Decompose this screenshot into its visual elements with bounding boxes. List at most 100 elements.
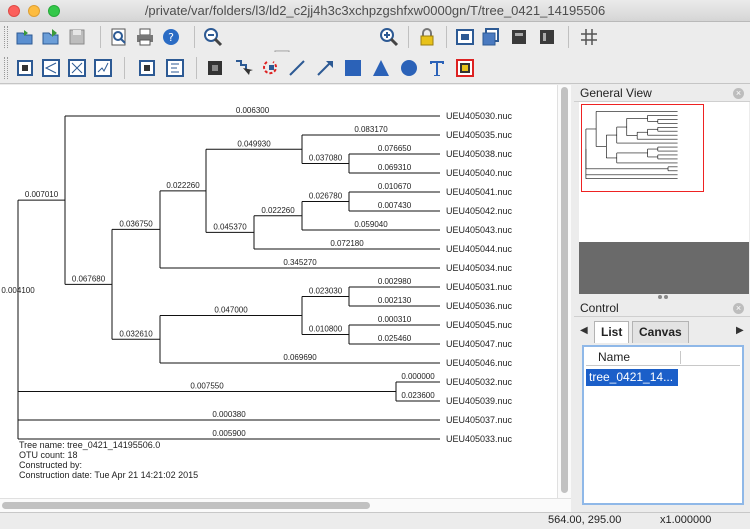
text-tool-button[interactable] [426, 57, 448, 79]
leaf-label[interactable]: UEU405046.nuc [446, 358, 513, 368]
image-tool-button[interactable] [454, 57, 476, 79]
grid-button[interactable] [578, 26, 600, 48]
leaf-label[interactable]: UEU405034.nuc [446, 263, 513, 273]
branch-length-label[interactable]: 0.000000 [401, 372, 435, 381]
leaf-label[interactable]: UEU405032.nuc [446, 377, 513, 387]
help-button[interactable]: ? [160, 26, 182, 48]
toolbar-grip-2[interactable] [4, 57, 8, 79]
leaf-label[interactable]: UEU405036.nuc [446, 301, 513, 311]
branch-length-label[interactable]: 0.072180 [330, 239, 364, 248]
layout-a-button[interactable] [508, 26, 530, 48]
open-button[interactable] [14, 26, 36, 48]
branch-length-label[interactable]: 0.069310 [378, 163, 412, 172]
branch-select-button[interactable] [232, 57, 254, 79]
branch-length-label[interactable]: 0.026780 [309, 192, 343, 201]
branch-length-label[interactable]: 0.023600 [401, 391, 435, 400]
canvas-horizontal-scrollbar[interactable] [0, 498, 571, 512]
branch-length-label[interactable]: 0.000380 [212, 410, 246, 419]
arrow-tool-button[interactable] [314, 57, 336, 79]
unrooted-tree-button[interactable] [92, 57, 114, 79]
zoom-in-button[interactable] [378, 26, 400, 48]
leaf-label[interactable]: UEU405033.nuc [446, 434, 513, 444]
branch-length-label[interactable]: 0.007430 [378, 201, 412, 210]
select-button[interactable] [136, 57, 158, 79]
branch-length-label[interactable]: 0.000310 [378, 315, 412, 324]
control-list[interactable]: Name tree_0421_14... [582, 345, 744, 505]
branch-length-label[interactable]: 0.010800 [309, 325, 343, 334]
leaf-label[interactable]: UEU405043.nuc [446, 225, 513, 235]
radial-tree-button[interactable] [66, 57, 88, 79]
branch-length-label[interactable]: 0.069690 [283, 353, 317, 362]
branch-length-label[interactable]: 0.022260 [261, 206, 295, 215]
branch-length-label[interactable]: 0.047000 [214, 306, 248, 315]
triangle-tool-button[interactable] [370, 57, 392, 79]
leaf-label[interactable]: UEU405030.nuc [446, 111, 513, 121]
branch-length-label[interactable]: 0.037080 [309, 154, 343, 163]
ellipse-tool-button[interactable] [398, 57, 420, 79]
branch-length-label[interactable]: 0.059040 [354, 220, 388, 229]
name-column-header[interactable]: Name [598, 350, 630, 364]
open-as-button[interactable] [40, 26, 62, 48]
leaf-label[interactable]: UEU405037.nuc [446, 415, 513, 425]
find-button[interactable] [108, 26, 130, 48]
rectangle-tool-button[interactable] [342, 57, 364, 79]
leaf-label[interactable]: UEU405031.nuc [446, 282, 513, 292]
viewport-frame[interactable] [581, 104, 704, 192]
fit-window-button[interactable] [454, 26, 476, 48]
branch-length-label[interactable]: 0.345270 [283, 258, 317, 267]
list-item[interactable]: tree_0421_14... [586, 369, 678, 386]
leaf-label[interactable]: UEU405045.nuc [446, 320, 513, 330]
canvas-vertical-scrollbar[interactable] [557, 85, 571, 498]
tab-canvas-rect[interactable]: Canvas Rect [632, 321, 689, 359]
tab-scroll-right-icon[interactable]: ▶ [736, 325, 744, 336]
branch-length-label[interactable]: 0.023030 [309, 287, 343, 296]
leaf-label[interactable]: UEU405041.nuc [446, 187, 513, 197]
tree-canvas[interactable]: 0.076650 0.069310 0.083170 0.037080 0.010670… [0, 85, 557, 498]
vertical-scroll-thumb[interactable] [561, 87, 568, 493]
branch-length-label[interactable]: 0.007550 [190, 382, 224, 391]
tab-scroll-left-icon[interactable]: ◀ [580, 325, 588, 336]
close-control-button[interactable]: × [733, 303, 744, 314]
rect-tree-button[interactable] [14, 57, 36, 79]
branch-length-label[interactable]: 0.067680 [72, 274, 106, 283]
branch-length-label[interactable]: 0.006300 [236, 106, 270, 115]
branch-length-label[interactable]: 0.049930 [237, 139, 271, 148]
leaf-label[interactable]: UEU405035.nuc [446, 130, 513, 140]
branch-length-label[interactable]: 0.004100 [1, 286, 35, 295]
branch-length-label[interactable]: 0.025460 [378, 334, 412, 343]
toolbar-grip[interactable] [4, 26, 8, 48]
list-header[interactable]: Name [586, 349, 740, 366]
pointer-button[interactable] [204, 57, 226, 79]
phylogenetic-tree[interactable]: 0.076650 0.069310 0.083170 0.037080 0.010670… [0, 85, 557, 498]
branch-length-label[interactable]: 0.032610 [119, 329, 153, 338]
branch-length-label[interactable]: 0.083170 [354, 125, 388, 134]
branch-length-label[interactable]: 0.010670 [378, 182, 412, 191]
leaf-label[interactable]: UEU405047.nuc [446, 339, 513, 349]
branch-length-label[interactable]: 0.022260 [166, 181, 200, 190]
branch-length-label[interactable]: 0.005900 [212, 429, 246, 438]
leaf-label[interactable]: UEU405040.nuc [446, 168, 513, 178]
leaf-label[interactable]: UEU405039.nuc [446, 396, 513, 406]
lock-button[interactable] [416, 26, 438, 48]
tab-list[interactable]: List [594, 321, 630, 343]
slanted-tree-button[interactable] [40, 57, 62, 79]
branch-length-label[interactable]: 0.045370 [213, 222, 247, 231]
layout-b-button[interactable] [536, 26, 558, 48]
line-tool-button[interactable] [286, 57, 308, 79]
print-button[interactable] [134, 26, 156, 48]
lasso-button[interactable] [260, 57, 282, 79]
leaf-label[interactable]: UEU405038.nuc [446, 149, 513, 159]
fit-page-button[interactable] [480, 26, 502, 48]
align-button[interactable] [164, 57, 186, 79]
branch-length-label[interactable]: 0.076650 [378, 144, 412, 153]
general-view-canvas[interactable] [579, 102, 749, 294]
zoom-out-button[interactable] [202, 26, 224, 48]
close-general-view-button[interactable]: × [733, 88, 744, 99]
branch-length-label[interactable]: 0.002980 [378, 277, 412, 286]
branch-length-label[interactable]: 0.002130 [378, 296, 412, 305]
horizontal-scroll-thumb[interactable] [2, 502, 370, 509]
save-button[interactable] [66, 26, 88, 48]
leaf-label[interactable]: UEU405044.nuc [446, 244, 513, 254]
leaf-label[interactable]: UEU405042.nuc [446, 206, 513, 216]
branch-length-label[interactable]: 0.007010 [25, 190, 59, 199]
